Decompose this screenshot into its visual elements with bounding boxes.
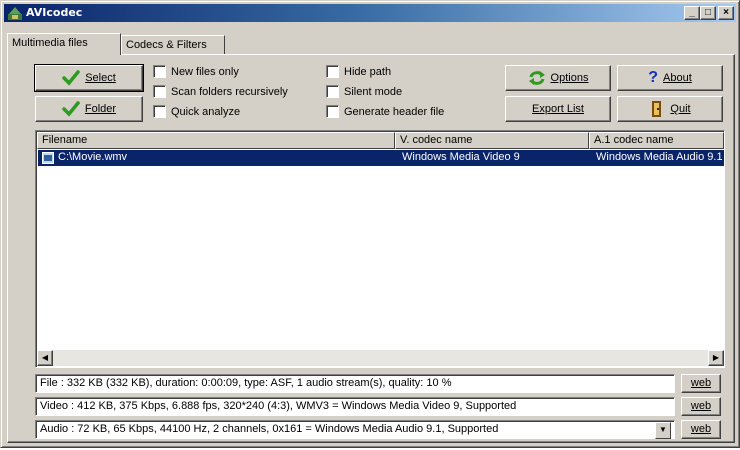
new-files-only-checkbox[interactable]: New files only [153, 65, 239, 78]
column-header-filename[interactable]: Filename [37, 132, 395, 149]
silent-mode-label: Silent mode [344, 85, 403, 98]
row-video-codec: Windows Media Video 9 [402, 151, 520, 163]
checkbox-box[interactable] [326, 65, 339, 78]
maximize-button[interactable]: □ [700, 6, 716, 20]
scroll-left-button[interactable]: ◀ [37, 350, 53, 366]
audio-dropdown-arrow[interactable]: ▼ [655, 422, 671, 439]
column-header-audio-codec-label: A.1 codec name [594, 134, 674, 146]
check-icon [62, 70, 80, 86]
column-header-audio-codec[interactable]: A.1 codec name [589, 132, 724, 149]
check-icon [62, 101, 80, 117]
hide-path-checkbox[interactable]: Hide path [326, 65, 391, 78]
tab-multimedia-files[interactable]: Multimedia files [7, 33, 121, 55]
row-audio-codec: Windows Media Audio 9.1 [596, 151, 723, 163]
folder-button[interactable]: Folder [35, 96, 143, 122]
door-exit-icon [652, 101, 662, 117]
app-icon [8, 7, 22, 20]
horizontal-scrollbar[interactable]: ◀ ▶ [37, 350, 724, 366]
checkbox-box[interactable] [153, 85, 166, 98]
export-list-button[interactable]: Export List [505, 96, 611, 122]
options-button-label: Options [550, 72, 589, 84]
generate-header-file-label: Generate header file [344, 105, 445, 118]
video-info-field: Video : 412 KB, 375 Kbps, 6.888 fps, 320… [35, 397, 675, 416]
video-info-text: Video : 412 KB, 375 Kbps, 6.888 fps, 320… [40, 400, 517, 412]
checkbox-box[interactable] [326, 85, 339, 98]
audio-info-dropdown[interactable]: Audio : 72 KB, 65 Kbps, 44100 Hz, 2 chan… [35, 420, 675, 439]
question-icon: ? [648, 69, 659, 86]
export-list-button-label: Export List [532, 103, 584, 115]
minimize-button[interactable]: _ [684, 6, 700, 20]
file-web-label: web [690, 377, 712, 389]
title-bar[interactable]: AVIcodec _ □ × [4, 4, 736, 22]
file-info-field: File : 332 KB (332 KB), duration: 0:00:0… [35, 374, 675, 393]
checkbox-box[interactable] [326, 105, 339, 118]
audio-info-text: Audio : 72 KB, 65 Kbps, 44100 Hz, 2 chan… [40, 423, 499, 435]
about-button-label: About [663, 72, 692, 84]
generate-header-file-checkbox[interactable]: Generate header file [326, 105, 444, 118]
about-button[interactable]: ? About [617, 65, 723, 91]
video-file-icon [42, 152, 54, 164]
silent-mode-checkbox[interactable]: Silent mode [326, 85, 402, 98]
select-button-label: Select [85, 72, 116, 84]
checkbox-box[interactable] [153, 105, 166, 118]
quick-analyze-label: Quick analyze [171, 105, 241, 118]
window-title: AVIcodec [26, 6, 83, 19]
quit-button[interactable]: Quit [617, 96, 723, 122]
new-files-only-label: New files only [171, 65, 239, 78]
options-button[interactable]: Options [505, 65, 611, 91]
scan-folders-recursively-checkbox[interactable]: Scan folders recursively [153, 85, 288, 98]
file-list[interactable]: Filename V. codec name A.1 codec name C:… [35, 130, 725, 368]
file-list-header: Filename V. codec name A.1 codec name [37, 132, 724, 149]
file-info-text: File : 332 KB (332 KB), duration: 0:00:0… [40, 377, 452, 389]
avicodec-window: AVIcodec _ □ × Multimedia files Codecs &… [0, 0, 740, 448]
folder-button-label: Folder [84, 103, 117, 115]
tab-multimedia-files-label: Multimedia files [12, 37, 88, 49]
video-web-button[interactable]: web [681, 397, 721, 416]
file-list-row[interactable]: C:\Movie.wmv Windows Media Video 9 Windo… [38, 150, 724, 166]
tab-codecs-filters[interactable]: Codecs & Filters [121, 35, 225, 55]
hide-path-label: Hide path [344, 65, 392, 78]
checkbox-box[interactable] [153, 65, 166, 78]
quick-analyze-checkbox[interactable]: Quick analyze [153, 105, 240, 118]
column-header-filename-label: Filename [42, 134, 88, 146]
tab-codecs-filters-label: Codecs & Filters [126, 39, 207, 51]
scan-folders-recursively-label: Scan folders recursively [171, 85, 288, 98]
scroll-right-button[interactable]: ▶ [708, 350, 724, 366]
select-button[interactable]: Select [34, 64, 144, 92]
audio-web-label: web [690, 423, 712, 435]
column-header-video-codec-label: V. codec name [400, 134, 473, 146]
video-web-label: web [690, 400, 712, 412]
refresh-icon [528, 71, 545, 85]
audio-web-button[interactable]: web [681, 420, 721, 439]
quit-button-label: Quit [670, 103, 691, 115]
close-button[interactable]: × [718, 6, 734, 20]
column-header-video-codec[interactable]: V. codec name [395, 132, 589, 149]
row-filename: C:\Movie.wmv [58, 151, 128, 163]
file-web-button[interactable]: web [681, 374, 721, 393]
